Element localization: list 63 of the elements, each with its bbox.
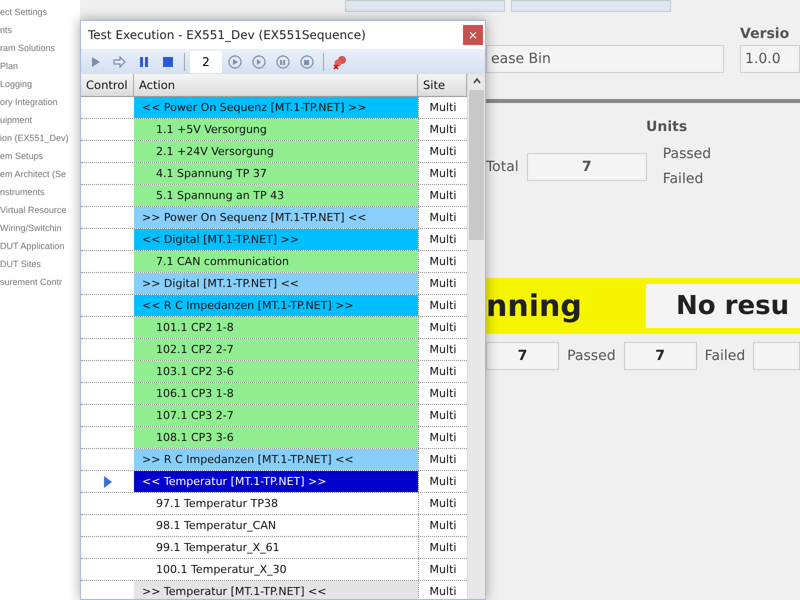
group-cell[interactable]: << R C Impedanzen [MT.1-TP.NET] >> xyxy=(134,295,418,316)
step-cell[interactable]: 5.1 Spannung an TP 43 xyxy=(134,185,418,206)
step-cell[interactable]: 108.1 CP3 3-6 xyxy=(134,427,418,448)
sidebar-item[interactable]: nstruments xyxy=(0,183,80,201)
sidebar-item[interactable]: surement Contr xyxy=(0,273,80,291)
failed-label: Failed xyxy=(662,170,704,189)
loop-count-field[interactable]: 2 xyxy=(190,50,222,72)
sidebar-item[interactable]: Wiring/Switchin xyxy=(0,219,80,237)
count-field xyxy=(753,342,800,370)
count-label: Failed xyxy=(704,346,746,366)
group-cell[interactable]: >> R C Impedanzen [MT.1-TP.NET] << xyxy=(134,449,418,470)
sidebar-item[interactable]: nts xyxy=(0,21,80,39)
total-field: 7 xyxy=(526,153,647,181)
group-cell[interactable]: >> Digital [MT.1-TP.NET] << xyxy=(134,273,418,294)
sidebar-item[interactable]: em Architect (Se xyxy=(0,165,80,183)
sidebar-item[interactable]: Plan xyxy=(0,57,80,75)
sidebar-item[interactable]: ram Solutions xyxy=(0,39,80,57)
sidebar-item[interactable]: Logging xyxy=(0,75,80,93)
close-button[interactable]: × xyxy=(463,25,483,45)
step-cell[interactable]: 7.1 CAN communication xyxy=(134,251,418,272)
step-stop-icon[interactable] xyxy=(299,54,315,70)
step-cell[interactable]: 1.1 +5V Versorgung xyxy=(134,119,418,140)
step-cell[interactable]: 106.1 CP3 1-8 xyxy=(134,383,418,404)
passed-label: Passed xyxy=(662,145,712,164)
bin-field[interactable]: ease Bin xyxy=(486,45,724,73)
status-text: nning xyxy=(486,288,583,326)
run-to-icon[interactable] xyxy=(227,54,243,70)
count-field: 7 xyxy=(624,342,697,370)
breakpoint-clear-icon[interactable] xyxy=(332,54,348,70)
group-cell[interactable]: >> Temperatur [MT.1-TP.NET] << xyxy=(134,581,418,599)
units-title: Units xyxy=(646,118,688,137)
sidebar-item[interactable]: DUT Sites xyxy=(0,255,80,273)
step-cell[interactable]: 102.1 CP2 2-7 xyxy=(134,339,418,360)
skip-icon[interactable] xyxy=(251,54,267,70)
scrollbar[interactable] xyxy=(467,74,485,599)
sidebar-item[interactable]: em Setups xyxy=(0,147,80,165)
group-cell[interactable]: << Power On Sequenz [MT.1-TP.NET] >> xyxy=(134,97,418,118)
version-field[interactable]: 1.0.0 xyxy=(740,45,800,73)
total-label: Total xyxy=(486,158,519,176)
sidebar-item[interactable]: DUT Application xyxy=(0,237,80,255)
count-field: 7 xyxy=(486,342,560,370)
window-title: Test Execution - EX551_Dev (EX551Sequence) xyxy=(88,27,366,44)
result-text: No resu xyxy=(646,284,800,328)
step-cell[interactable]: 2.1 +24V Versorgung xyxy=(134,141,418,162)
sidebar-item[interactable]: Virtual Resource xyxy=(0,201,80,219)
step-cell[interactable]: 107.1 CP3 2-7 xyxy=(134,405,418,426)
sidebar-item[interactable]: uipment xyxy=(0,111,80,129)
group-cell[interactable]: << Digital [MT.1-TP.NET] >> xyxy=(134,229,418,250)
step-cell[interactable]: 101.1 CP2 1-8 xyxy=(134,317,418,338)
column-header[interactable]: Control xyxy=(81,74,134,96)
sidebar-item[interactable]: ion (EX551_Dev) xyxy=(0,129,80,147)
step-cell[interactable]: 103.1 CP2 3-6 xyxy=(134,361,418,382)
column-header[interactable]: Action xyxy=(134,74,418,96)
sidebar-item[interactable]: ect Settings xyxy=(0,3,80,21)
count-label: Passed xyxy=(567,346,616,366)
version-label: Versio xyxy=(740,25,790,44)
sidebar-item[interactable]: ory Integration xyxy=(0,93,80,111)
step-cell[interactable]: 4.1 Spannung TP 37 xyxy=(134,163,418,184)
scroll-thumb[interactable] xyxy=(469,90,484,240)
step-icon[interactable] xyxy=(112,54,128,70)
group-cell[interactable]: >> Power On Sequenz [MT.1-TP.NET] << xyxy=(134,207,418,228)
step-pause-icon[interactable] xyxy=(275,54,291,70)
group-cell[interactable]: << Temperatur [MT.1-TP.NET] >> xyxy=(134,471,418,492)
